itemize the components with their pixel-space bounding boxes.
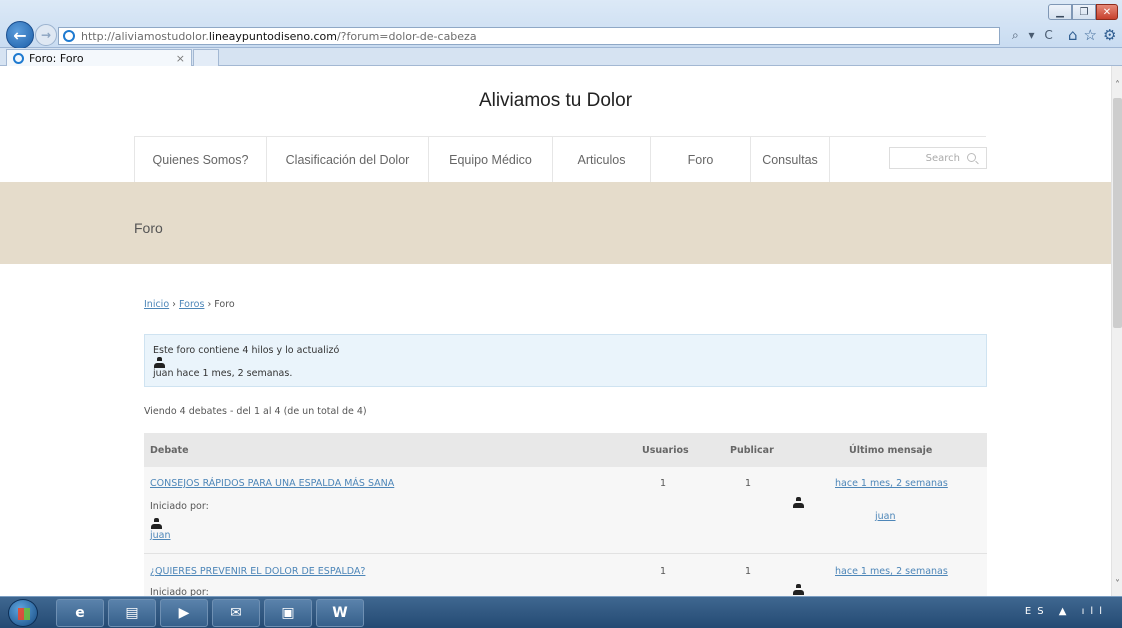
topic-link[interactable]: CONSEJOS RÁPIDOS PARA UNA ESPALDA MÁS SA… — [150, 478, 394, 489]
users-count: 1 — [660, 566, 667, 577]
star-icon[interactable]: ☆ — [1084, 26, 1103, 44]
tab-bar: Foro: Foro × — [0, 48, 1122, 66]
taskbar: e ▤ ▶ ✉ ▣ W ES ▲ ıll — [0, 596, 1122, 628]
last-post-link[interactable]: hace 1 mes, 2 semanas — [835, 566, 948, 577]
taskbar-outlook-icon[interactable]: ✉ — [212, 599, 260, 627]
forum-info-box: Este foro contiene 4 hilos y lo actualiz… — [144, 334, 987, 387]
user-avatar-icon[interactable] — [793, 497, 804, 508]
started-by-label: Iniciado por: — [150, 501, 209, 512]
search-icon[interactable] — [967, 153, 976, 162]
language-indicator[interactable]: ES — [1025, 606, 1050, 617]
posts-count: 1 — [745, 478, 752, 489]
ie-favicon-icon — [13, 52, 24, 64]
page-title: Foro — [134, 220, 163, 236]
breadcrumb: Inicio › Foros › Foro — [144, 299, 235, 310]
main-nav: Quienes Somos? Clasificación del Dolor E… — [134, 136, 986, 183]
url-host: lineaypuntodiseno.com — [208, 29, 337, 43]
taskbar-app-icon[interactable]: ▣ — [264, 599, 312, 627]
last-author-link[interactable]: juan — [875, 511, 896, 522]
posts-count: 1 — [745, 566, 752, 577]
nav-item-equipo-medico[interactable]: Equipo Médico — [428, 137, 552, 183]
taskbar-media-icon[interactable]: ▶ — [160, 599, 208, 627]
topic-count-text: Viendo 4 debates - del 1 al 4 (de un tot… — [144, 406, 367, 417]
nav-item-consultas[interactable]: Consultas — [750, 137, 830, 183]
tab-close-icon[interactable]: × — [176, 52, 185, 65]
table-row: ¿QUIERES PREVENIR EL DOLOR DE ESPALDA? I… — [144, 554, 987, 596]
taskbar-explorer-icon[interactable]: ▤ — [108, 599, 156, 627]
topic-link[interactable]: ¿QUIERES PREVENIR EL DOLOR DE ESPALDA? — [150, 566, 365, 577]
last-post-link[interactable]: hace 1 mes, 2 semanas — [835, 478, 948, 489]
author-link[interactable]: juan — [150, 530, 171, 541]
table-header: Debate Usuarios Publicar Último mensaje — [144, 433, 987, 467]
new-tab-button[interactable] — [193, 49, 219, 66]
tab-title: Foro: Foro — [29, 51, 84, 65]
taskbar-word-icon[interactable]: W — [316, 599, 364, 627]
user-avatar-icon[interactable] — [793, 584, 804, 595]
nav-item-articulos[interactable]: Articulos — [552, 137, 650, 183]
search-input[interactable]: Search — [889, 147, 987, 169]
user-avatar-icon[interactable] — [154, 357, 165, 368]
arrow-right-icon: → — [40, 28, 52, 42]
minimize-button[interactable]: ▁ — [1048, 4, 1072, 20]
vertical-scrollbar[interactable]: ˄ ˅ — [1111, 66, 1122, 596]
address-bar[interactable]: http://aliviamostudolor. lineaypuntodisen… — [58, 27, 1000, 45]
browser-tab[interactable]: Foro: Foro × — [6, 49, 192, 66]
breadcrumb-separator: › — [172, 299, 176, 310]
close-window-button[interactable]: ✕ — [1096, 4, 1118, 20]
toolbar-icons[interactable]: ⌂☆⚙ — [1068, 26, 1122, 44]
tray-icons[interactable]: ▲ ıll — [1059, 606, 1108, 617]
topics-table: Debate Usuarios Publicar Último mensaje … — [144, 433, 987, 596]
users-count: 1 — [660, 478, 667, 489]
system-tray[interactable]: ES ▲ ıll — [1025, 606, 1108, 617]
user-avatar-icon[interactable] — [151, 518, 162, 529]
scroll-down-icon[interactable]: ˅ — [1112, 579, 1122, 590]
nav-item-clasificacion[interactable]: Clasificación del Dolor — [266, 137, 428, 183]
header-last: Último mensaje — [849, 445, 933, 456]
search-placeholder: Search — [925, 152, 960, 164]
taskbar-ie-icon[interactable]: e — [56, 599, 104, 627]
breadcrumb-forums-link[interactable]: Foros — [179, 299, 204, 310]
ie-favicon-icon — [63, 30, 75, 42]
table-row: CONSEJOS RÁPIDOS PARA UNA ESPALDA MÁS SA… — [144, 467, 987, 554]
header-debate: Debate — [150, 445, 189, 456]
address-tools[interactable]: ⌕ ▾ C — [1012, 28, 1056, 43]
back-button[interactable]: ← — [6, 21, 34, 49]
started-by-label: Iniciado por: — [150, 587, 209, 596]
page-content: Aliviamos tu Dolor Quienes Somos? Clasif… — [0, 66, 1111, 596]
gear-icon[interactable]: ⚙ — [1103, 26, 1122, 44]
forum-info-text: Este foro contiene 4 hilos y lo actualiz… — [153, 345, 340, 356]
breadcrumb-home-link[interactable]: Inicio — [144, 299, 169, 310]
start-button[interactable] — [8, 599, 38, 627]
header-posts: Publicar — [730, 445, 774, 456]
page-banner: Foro — [0, 182, 1111, 264]
scroll-up-icon[interactable]: ˄ — [1112, 80, 1122, 91]
breadcrumb-current: Foro — [214, 299, 235, 310]
home-icon[interactable]: ⌂ — [1068, 26, 1084, 44]
maximize-button[interactable]: ❐ — [1072, 4, 1096, 20]
nav-item-quienes-somos[interactable]: Quienes Somos? — [134, 137, 266, 183]
forward-button[interactable]: → — [35, 24, 57, 46]
header-users: Usuarios — [642, 445, 689, 456]
breadcrumb-separator: › — [207, 299, 212, 310]
url-suffix: /?forum=dolor-de-cabeza — [336, 29, 477, 43]
scroll-thumb[interactable] — [1113, 98, 1122, 328]
url-prefix: http://aliviamostudolor. — [81, 29, 209, 43]
site-title[interactable]: Aliviamos tu Dolor — [0, 90, 1111, 112]
arrow-left-icon: ← — [13, 25, 27, 45]
forum-last-update: juan hace 1 mes, 2 semanas. — [153, 368, 293, 379]
browser-titlebar: ▁ ❐ ✕ ← → http://aliviamostudolor. lineay… — [0, 0, 1122, 49]
nav-item-foro[interactable]: Foro — [650, 137, 750, 183]
